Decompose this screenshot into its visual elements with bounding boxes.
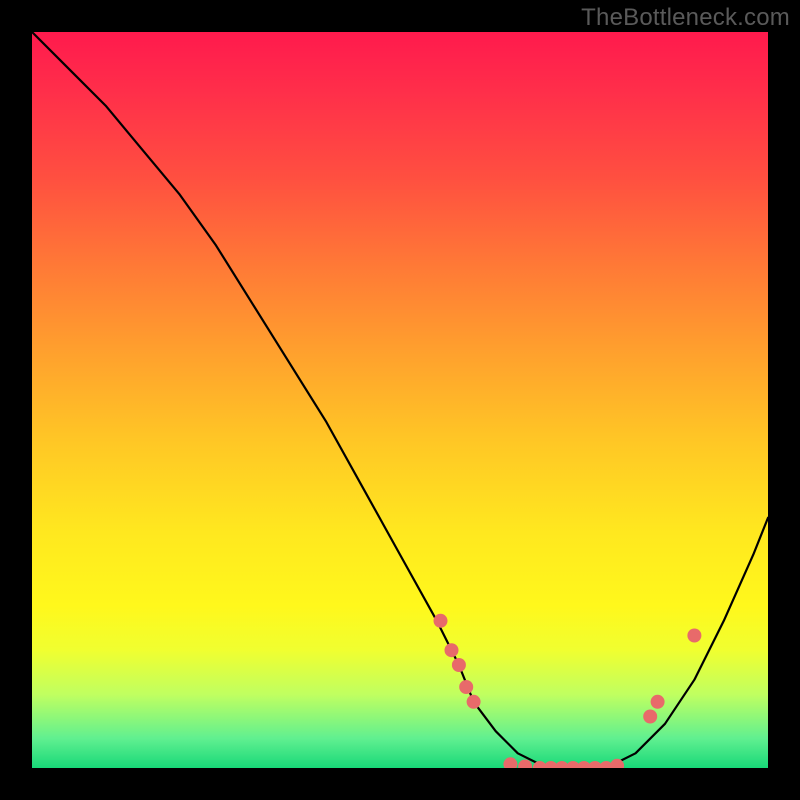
bottleneck-curve-line	[32, 32, 768, 768]
curve-marker	[518, 760, 532, 769]
curve-marker	[459, 680, 473, 694]
curve-marker	[434, 614, 448, 628]
curve-marker	[687, 629, 701, 643]
curve-marker	[503, 757, 517, 768]
curve-marker	[467, 695, 481, 709]
curve-marker	[452, 658, 466, 672]
watermark-text: TheBottleneck.com	[581, 4, 790, 32]
curve-marker	[643, 710, 657, 724]
chart-frame: TheBottleneck.com	[0, 0, 800, 800]
plot-area	[32, 32, 768, 768]
curve-marker-group	[434, 614, 702, 768]
bottleneck-curve-svg	[32, 32, 768, 768]
curve-marker	[651, 695, 665, 709]
curve-marker	[445, 643, 459, 657]
